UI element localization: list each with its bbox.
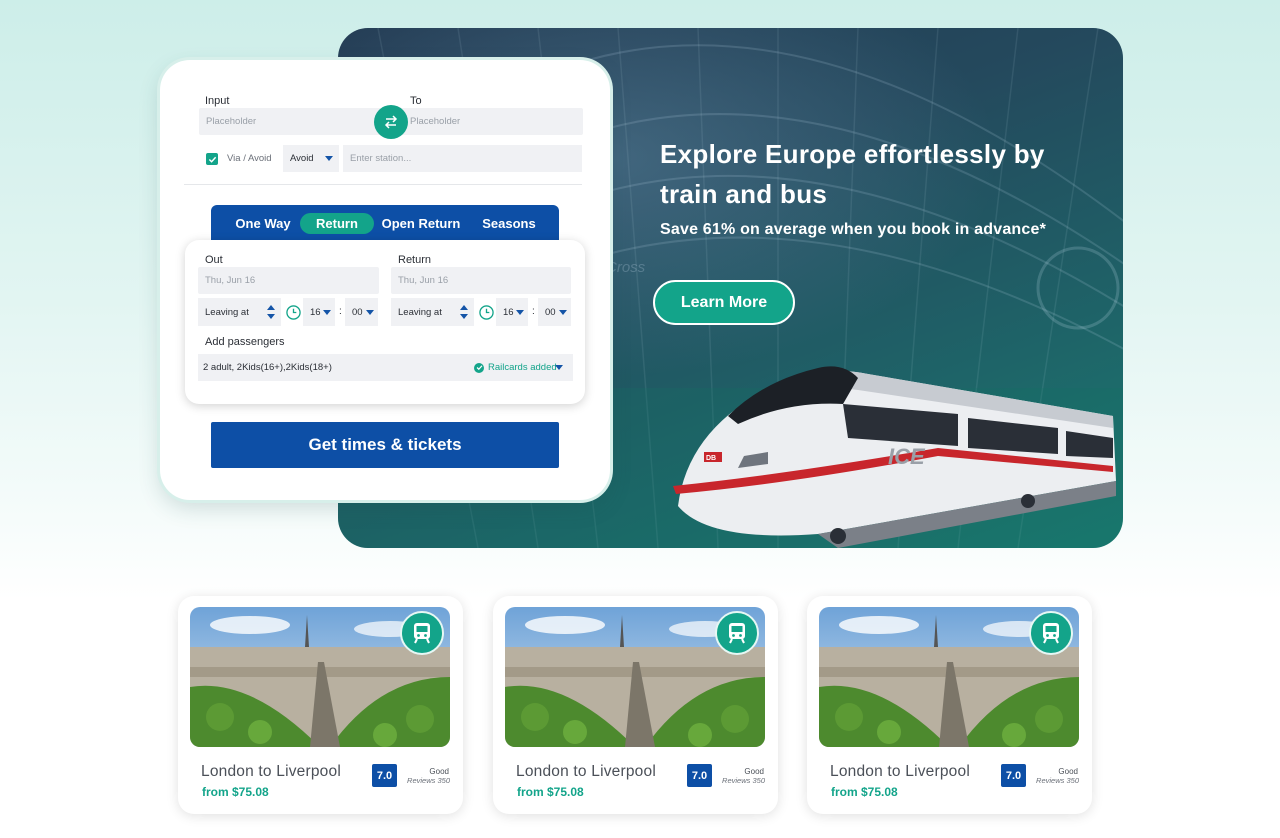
return-leaving-label: Leaving at <box>398 306 442 318</box>
out-leaving-select[interactable]: Leaving at <box>198 298 281 326</box>
return-leaving-select[interactable]: Leaving at <box>391 298 474 326</box>
svg-text:Cross: Cross <box>606 259 646 276</box>
return-minute-select[interactable]: 00 <box>538 298 571 326</box>
rating-label: Good <box>1058 767 1078 776</box>
tab-seasons[interactable]: Seasons <box>481 213 537 234</box>
train-icon <box>1029 611 1073 655</box>
chevron-down-icon <box>559 310 567 315</box>
avoid-select-value: Avoid <box>290 153 314 164</box>
return-hour-value: 16 <box>503 306 514 318</box>
chevron-down-icon <box>325 156 333 161</box>
get-times-tickets-button[interactable]: Get times & tickets <box>211 422 559 468</box>
route-card[interactable]: London to Liverpool from $75.08 7.0 Good… <box>178 596 463 814</box>
review-count: Reviews 350 <box>722 776 765 785</box>
from-input[interactable]: Placeholder <box>199 108 394 135</box>
train-icon <box>400 611 444 655</box>
sort-arrows-icon <box>460 305 468 319</box>
route-price: from $75.08 <box>831 785 898 799</box>
out-hour-value: 16 <box>310 306 321 318</box>
dates-passengers-panel: Out Thu, Jun 16 Leaving at 16 : 00 Retur… <box>185 240 585 404</box>
rating-label: Good <box>429 767 449 776</box>
route-card[interactable]: London to Liverpool from $75.08 7.0 Good… <box>807 596 1092 814</box>
route-price: from $75.08 <box>202 785 269 799</box>
time-separator: : <box>532 306 535 317</box>
chevron-down-icon <box>555 365 563 370</box>
time-separator: : <box>339 306 342 317</box>
svg-text:DB: DB <box>706 455 716 462</box>
divider <box>184 184 582 185</box>
return-minute-value: 00 <box>545 306 556 318</box>
via-avoid-checkbox[interactable] <box>206 153 218 165</box>
checkmark-icon <box>208 156 216 163</box>
railcards-status: Railcards added <box>474 362 557 373</box>
chevron-down-icon <box>366 310 374 315</box>
check-circle-icon <box>474 362 484 373</box>
tab-open-return[interactable]: Open Return <box>379 213 463 234</box>
train-icon <box>715 611 759 655</box>
to-label: To <box>410 95 422 107</box>
return-hour-select[interactable]: 16 <box>496 298 528 326</box>
rating-label: Good <box>744 767 764 776</box>
route-card[interactable]: London to Liverpool from $75.08 7.0 Good… <box>493 596 778 814</box>
hero-subtitle: Save 61% on average when you book in adv… <box>660 221 1047 238</box>
route-title: London to Liverpool <box>516 763 656 780</box>
swap-icon <box>384 115 398 129</box>
out-hour-select[interactable]: 16 <box>303 298 335 326</box>
railcards-label: Railcards added <box>488 362 557 373</box>
out-minute-value: 00 <box>352 306 363 318</box>
return-date-input[interactable]: Thu, Jun 16 <box>391 267 571 294</box>
tab-return[interactable]: Return <box>300 213 374 234</box>
hero-title: Explore Europe effortlessly by train and… <box>660 139 1045 209</box>
tab-one-way[interactable]: One Way <box>231 213 295 234</box>
swap-stations-button[interactable] <box>374 105 408 139</box>
out-date-input[interactable]: Thu, Jun 16 <box>198 267 379 294</box>
from-label: Input <box>205 95 230 107</box>
train-image: DB ICE <box>673 366 1116 548</box>
search-form: Input Placeholder To Placeholder Via / A… <box>160 60 610 500</box>
review-count: Reviews 350 <box>407 776 450 785</box>
journey-type-tabs: One Way Return Open Return Seasons <box>211 205 559 245</box>
chevron-down-icon <box>516 310 524 315</box>
chevron-down-icon <box>323 310 331 315</box>
via-avoid-label: Via / Avoid <box>227 153 272 164</box>
clock-icon <box>286 305 301 320</box>
out-minute-select[interactable]: 00 <box>345 298 378 326</box>
passengers-select[interactable]: 2 adult, 2Kids(16+),2Kids(18+) Railcards… <box>198 354 573 381</box>
route-title: London to Liverpool <box>201 763 341 780</box>
route-price: from $75.08 <box>517 785 584 799</box>
route-title: London to Liverpool <box>830 763 970 780</box>
sort-arrows-icon <box>267 305 275 319</box>
clock-icon <box>479 305 494 320</box>
passengers-label: Add passengers <box>205 336 285 348</box>
return-label: Return <box>398 254 432 266</box>
avoid-select[interactable]: Avoid <box>283 145 339 172</box>
svg-text:ICE: ICE <box>888 444 926 469</box>
score-badge: 7.0 <box>372 764 397 787</box>
review-count: Reviews 350 <box>1036 776 1079 785</box>
score-badge: 7.0 <box>1001 764 1026 787</box>
score-badge: 7.0 <box>687 764 712 787</box>
passengers-value: 2 adult, 2Kids(16+),2Kids(18+) <box>203 362 332 373</box>
learn-more-button[interactable]: Learn More <box>653 280 795 325</box>
via-station-input[interactable]: Enter station... <box>343 145 582 172</box>
to-input[interactable]: Placeholder <box>392 108 583 135</box>
out-leaving-label: Leaving at <box>205 306 249 318</box>
out-label: Out <box>205 254 223 266</box>
